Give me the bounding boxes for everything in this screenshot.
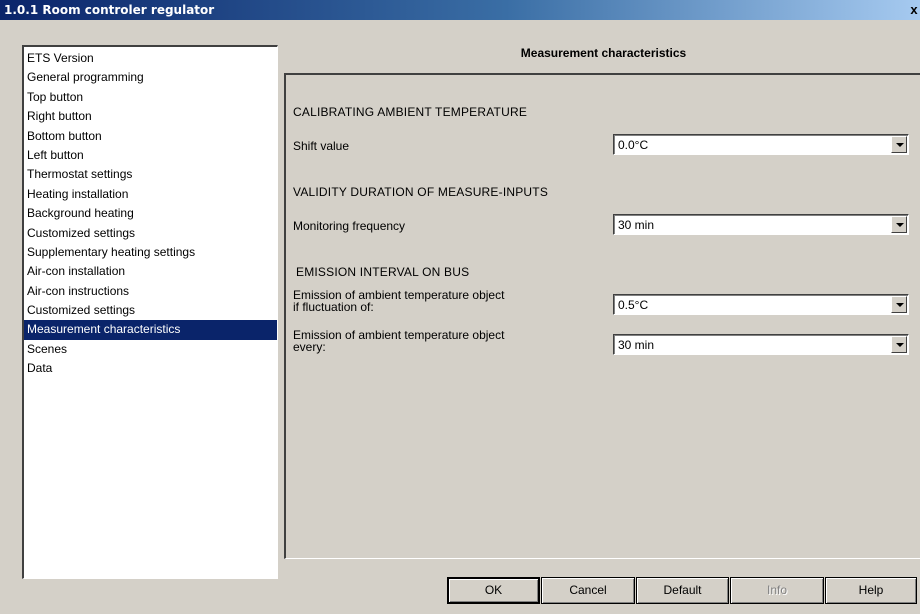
tree-item-bottom-button[interactable]: Bottom button (24, 127, 277, 146)
monitoring-frequency-dropdown[interactable]: 30 min (613, 214, 909, 235)
tree-item-customized-settings-aircon[interactable]: Customized settings (24, 301, 277, 320)
tree-item-thermostat-settings[interactable]: Thermostat settings (24, 165, 277, 184)
shift-value-selected: 0.0°C (618, 138, 649, 152)
tree-item-scenes[interactable]: Scenes (24, 340, 277, 359)
tree-item-left-button[interactable]: Left button (24, 146, 277, 165)
chevron-down-icon[interactable] (891, 336, 907, 353)
panel-title: Measurement characteristics (520, 46, 687, 60)
parameter-tree: ETS Version General programming Top butt… (22, 45, 278, 579)
tree-item-right-button[interactable]: Right button (24, 107, 277, 126)
tree-item-ets-version[interactable]: ETS Version (24, 49, 277, 68)
monitoring-frequency-label: Monitoring frequency (293, 219, 406, 233)
emission-interval-selected: 30 min (618, 338, 655, 352)
close-icon[interactable]: x (908, 2, 920, 18)
window-title: 1.0.1 Room controler regulator (4, 3, 215, 17)
section-heading-validity: VALIDITY DURATION OF MEASURE-INPUTS (293, 185, 549, 199)
emission-interval-label-line2: every: (293, 340, 326, 354)
help-button[interactable]: Help (825, 577, 917, 604)
emission-fluctuation-label-line2: if fluctuation of: (293, 300, 374, 314)
chevron-down-icon[interactable] (891, 216, 907, 233)
chevron-down-icon[interactable] (891, 296, 907, 313)
tree-item-general-programming[interactable]: General programming (24, 68, 277, 87)
window-titlebar: 1.0.1 Room controler regulator (0, 0, 920, 20)
tree-item-heating-installation[interactable]: Heating installation (24, 185, 277, 204)
tree-item-air-con-instructions[interactable]: Air-con instructions (24, 282, 277, 301)
ok-button[interactable]: OK (447, 577, 540, 604)
tree-item-measurement-characteristics[interactable]: Measurement characteristics (24, 320, 277, 340)
tree-item-customized-settings-heating[interactable]: Customized settings (24, 224, 277, 243)
tree-item-air-con-installation[interactable]: Air-con installation (24, 262, 277, 281)
shift-value-label: Shift value (293, 139, 350, 153)
emission-fluctuation-dropdown[interactable]: 0.5°C (613, 294, 909, 315)
section-heading-calibrating: CALIBRATING AMBIENT TEMPERATURE (293, 105, 528, 119)
chevron-down-icon[interactable] (891, 136, 907, 153)
emission-interval-dropdown[interactable]: 30 min (613, 334, 909, 355)
tree-item-top-button[interactable]: Top button (24, 88, 277, 107)
default-button[interactable]: Default (636, 577, 729, 604)
tree-item-background-heating[interactable]: Background heating (24, 204, 277, 223)
shift-value-dropdown[interactable]: 0.0°C (613, 134, 909, 155)
section-heading-emission: EMISSION INTERVAL ON BUS (296, 265, 470, 279)
tree-item-supplementary-heating-settings[interactable]: Supplementary heating settings (24, 243, 277, 262)
info-button[interactable]: Info (730, 577, 824, 604)
cancel-button[interactable]: Cancel (541, 577, 635, 604)
monitoring-frequency-selected: 30 min (618, 218, 655, 232)
tree-item-data[interactable]: Data (24, 359, 277, 378)
emission-fluctuation-selected: 0.5°C (618, 298, 649, 312)
